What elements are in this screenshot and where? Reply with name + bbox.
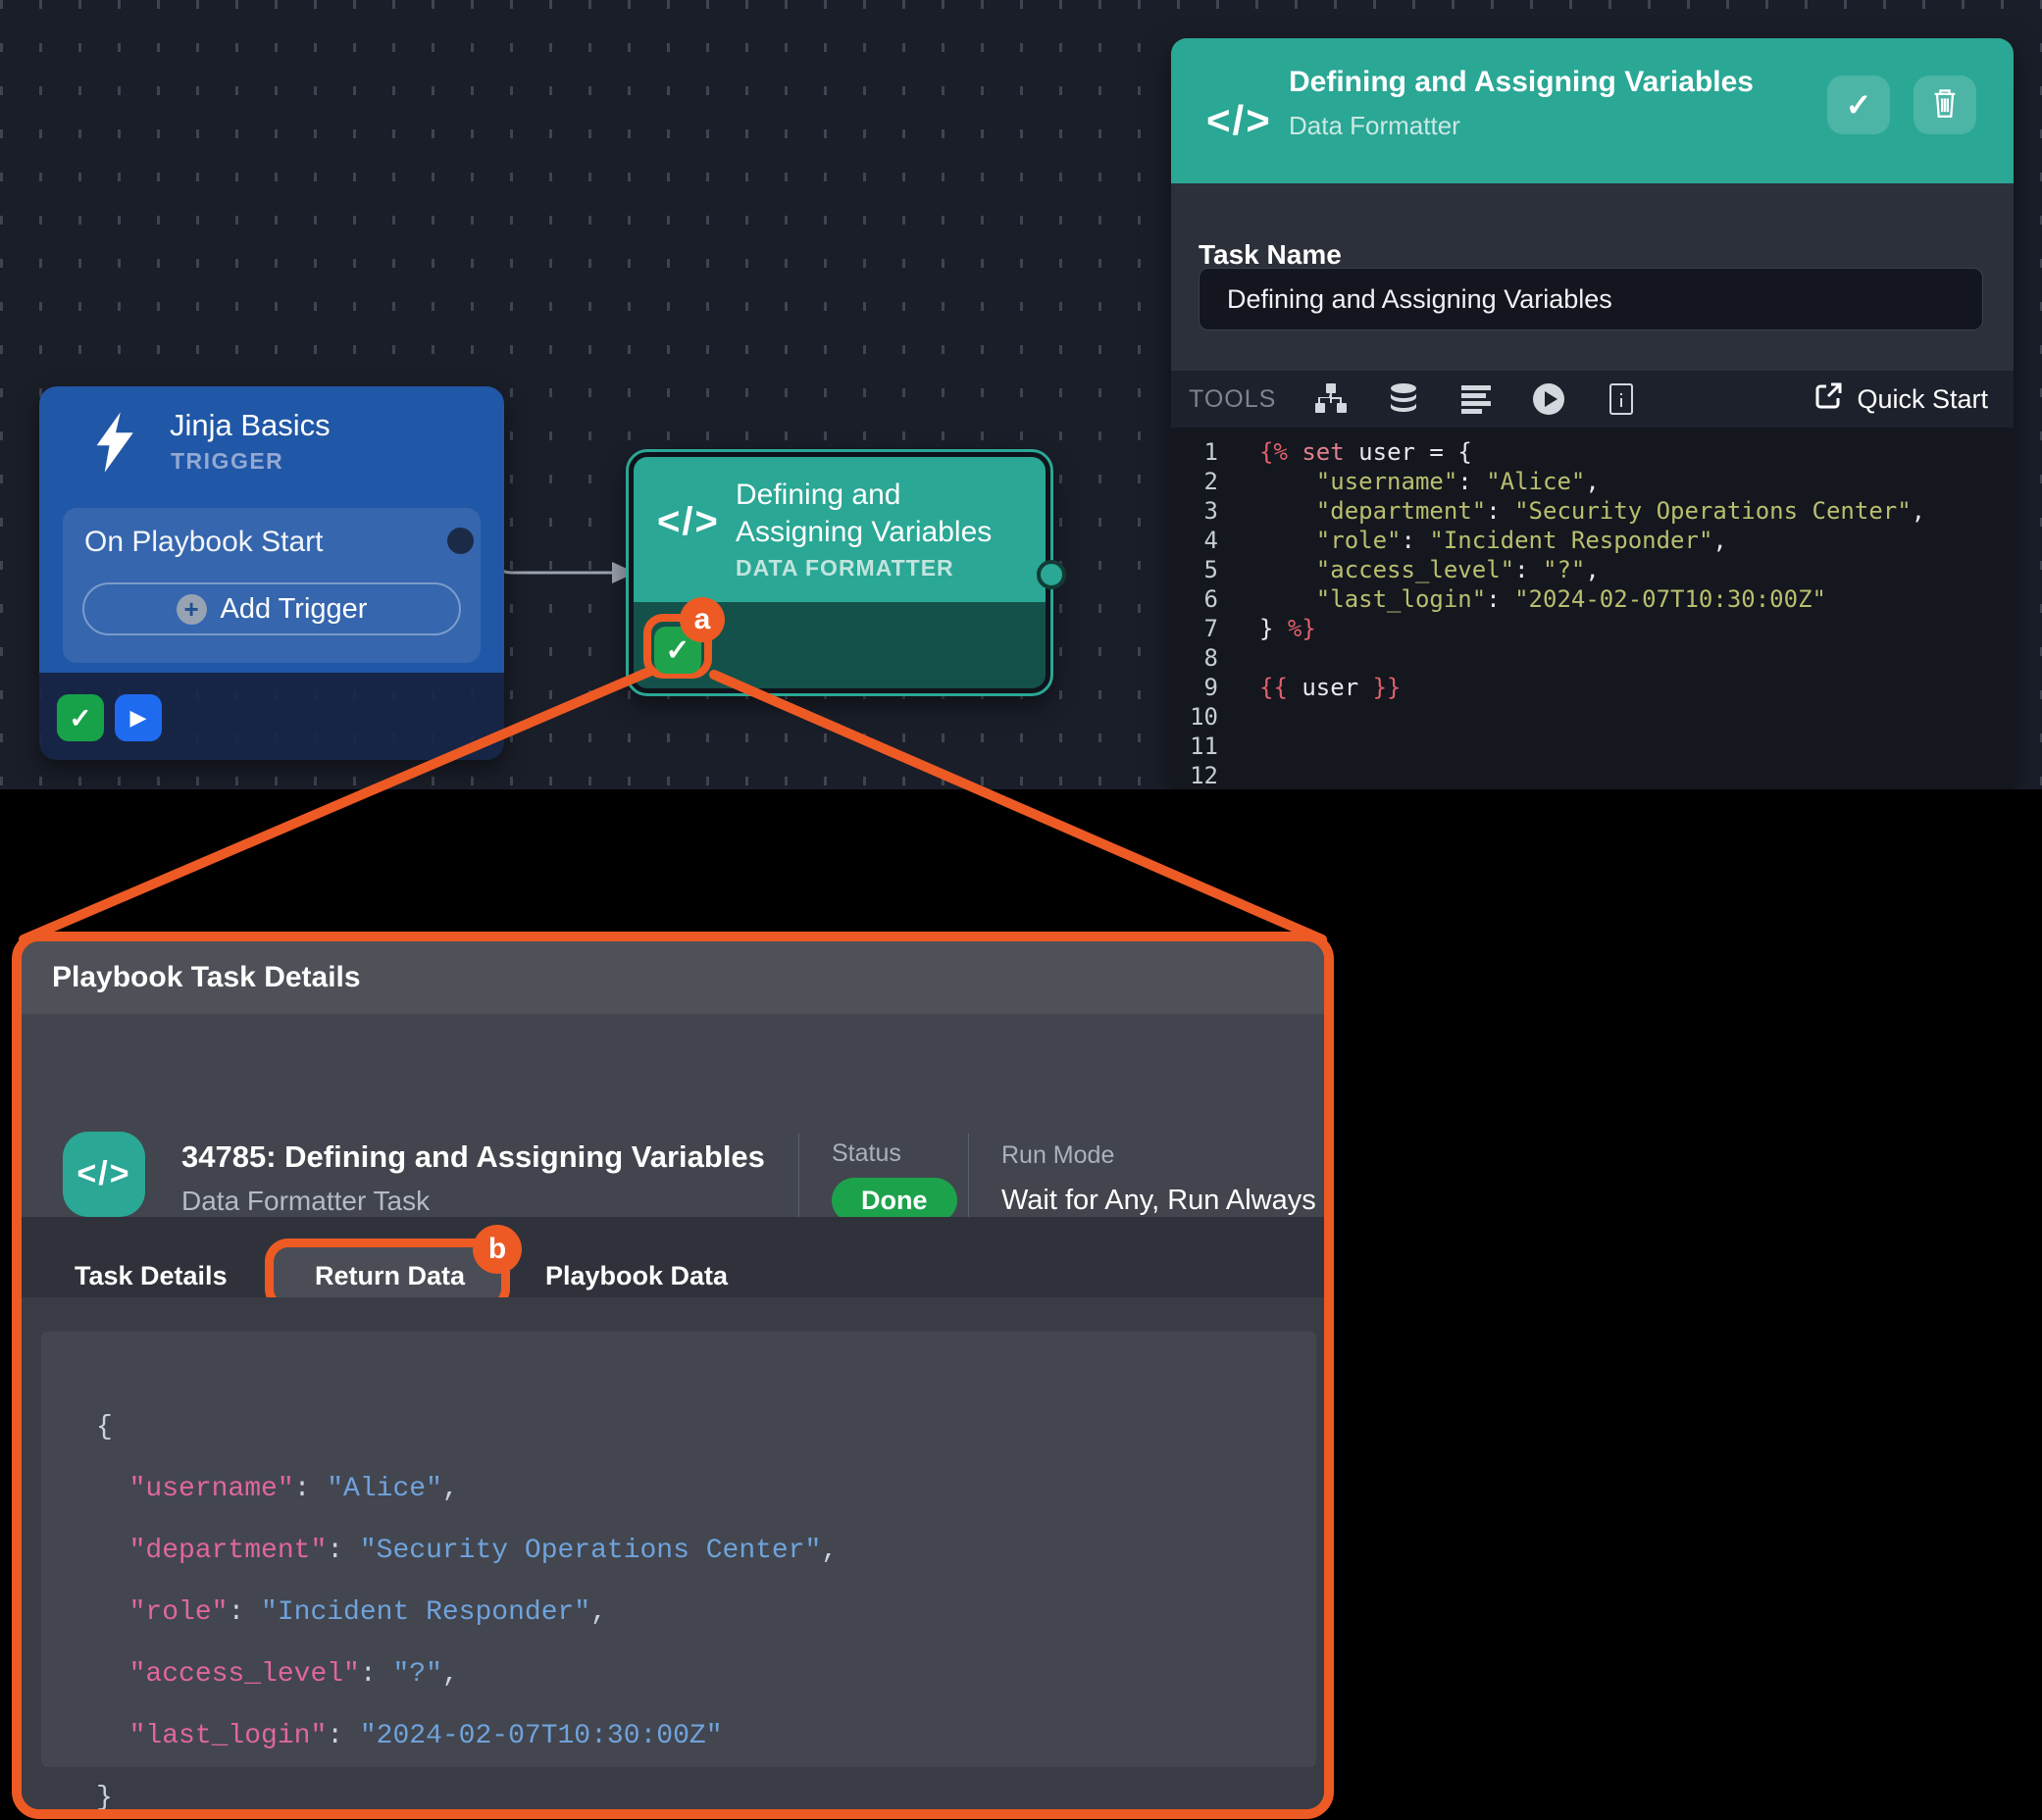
task-config-panel: </> Defining and Assigning Variables Dat… <box>1171 38 2014 789</box>
tab-task-details[interactable]: Task Details <box>75 1261 228 1291</box>
trigger-node[interactable]: Jinja Basics TRIGGER On Playbook Start +… <box>39 386 504 760</box>
trash-icon <box>1931 87 1959 124</box>
task-summary-section: </> 34785: Defining and Assigning Variab… <box>22 1014 1324 1217</box>
add-trigger-button[interactable]: + Add Trigger <box>82 582 461 635</box>
panel-header: </> Defining and Assigning Variables Dat… <box>1171 38 2014 183</box>
code-icon: </> <box>1206 97 1272 144</box>
delete-task-button[interactable] <box>1914 76 1976 134</box>
info-doc-icon[interactable] <box>1604 381 1639 417</box>
formatter-output-port[interactable] <box>1037 560 1066 589</box>
trigger-node-header: Jinja Basics TRIGGER On Playbook Start +… <box>39 386 504 673</box>
jinja-code-editor[interactable]: 1{% set user = {2 "username": "Alice",3 … <box>1171 428 2014 789</box>
tab-playbook-data[interactable]: Playbook Data <box>545 1261 728 1291</box>
panel-title: Defining and Assigning Variables <box>1289 66 1754 99</box>
run-button[interactable]: ▶ <box>115 694 162 741</box>
task-name-input[interactable] <box>1199 268 1983 330</box>
modal-tab-bar: Task Details Return Data Playbook Data b <box>22 1217 1324 1297</box>
annotation-badge-b: b <box>473 1225 522 1274</box>
task-title: 34785: Defining and Assigning Variables <box>181 1139 765 1175</box>
validate-button[interactable]: ✓ <box>57 694 104 741</box>
play-icon: ▶ <box>130 705 147 731</box>
add-trigger-label: Add Trigger <box>221 593 368 626</box>
playbook-task-details-modal: Playbook Task Details </> 34785: Definin… <box>12 932 1334 1819</box>
code-icon: </> <box>63 1132 145 1217</box>
formatter-node-type: DATA FORMATTER <box>736 555 954 581</box>
trigger-node-type: TRIGGER <box>171 448 283 475</box>
external-link-icon <box>1813 381 1843 418</box>
return-data-panel: { "username": "Alice", "department": "Se… <box>22 1297 1324 1809</box>
annotation-badge-a: a <box>680 597 725 642</box>
formatter-node-title: Defining and Assigning Variables <box>736 477 1030 551</box>
database-icon[interactable] <box>1386 381 1421 417</box>
run-mode-label: Run Mode <box>1001 1141 1114 1170</box>
modal-title: Playbook Task Details <box>52 941 361 1014</box>
trigger-item-label: On Playbook Start <box>84 526 323 559</box>
check-icon: ✓ <box>665 633 689 668</box>
plus-icon: + <box>177 594 207 625</box>
code-icon: </> <box>657 500 720 544</box>
run-mode-value: Wait for Any, Run Always <box>1001 1185 1316 1217</box>
trigger-item-card[interactable]: On Playbook Start + Add Trigger <box>63 508 481 663</box>
trigger-node-title: Jinja Basics <box>170 408 331 443</box>
quick-start-button[interactable]: Quick Start <box>1813 381 1988 418</box>
play-circle-icon[interactable] <box>1531 381 1566 417</box>
tools-label: TOOLS <box>1189 385 1276 414</box>
editor-toolbar: TOOLS <box>1171 371 2014 428</box>
check-icon: ✓ <box>1846 86 1872 124</box>
panel-subtitle: Data Formatter <box>1289 111 1460 141</box>
divider <box>798 1134 799 1227</box>
quick-start-label: Quick Start <box>1857 384 1988 415</box>
check-icon: ✓ <box>69 702 91 734</box>
task-name-label: Task Name <box>1199 239 1342 271</box>
text-lines-icon[interactable] <box>1458 381 1494 417</box>
divider <box>968 1134 969 1227</box>
modal-header: Playbook Task Details <box>22 941 1324 1014</box>
tab-return-data[interactable]: Return Data <box>315 1261 465 1291</box>
playbook-editor-page: Jinja Basics TRIGGER On Playbook Start +… <box>0 0 2042 1820</box>
status-label: Status <box>832 1139 901 1168</box>
trigger-node-footer: ✓ ▶ <box>39 673 504 760</box>
lightning-bolt-icon <box>95 412 136 478</box>
trigger-output-port[interactable] <box>447 528 474 554</box>
sitemap-icon[interactable] <box>1313 381 1349 417</box>
data-formatter-node-header: </> Defining and Assigning Variables DAT… <box>634 457 1046 602</box>
return-data-json: { "username": "Alice", "department": "Se… <box>41 1332 1316 1767</box>
task-subtitle: Data Formatter Task <box>181 1186 430 1217</box>
save-task-button[interactable]: ✓ <box>1827 76 1890 134</box>
